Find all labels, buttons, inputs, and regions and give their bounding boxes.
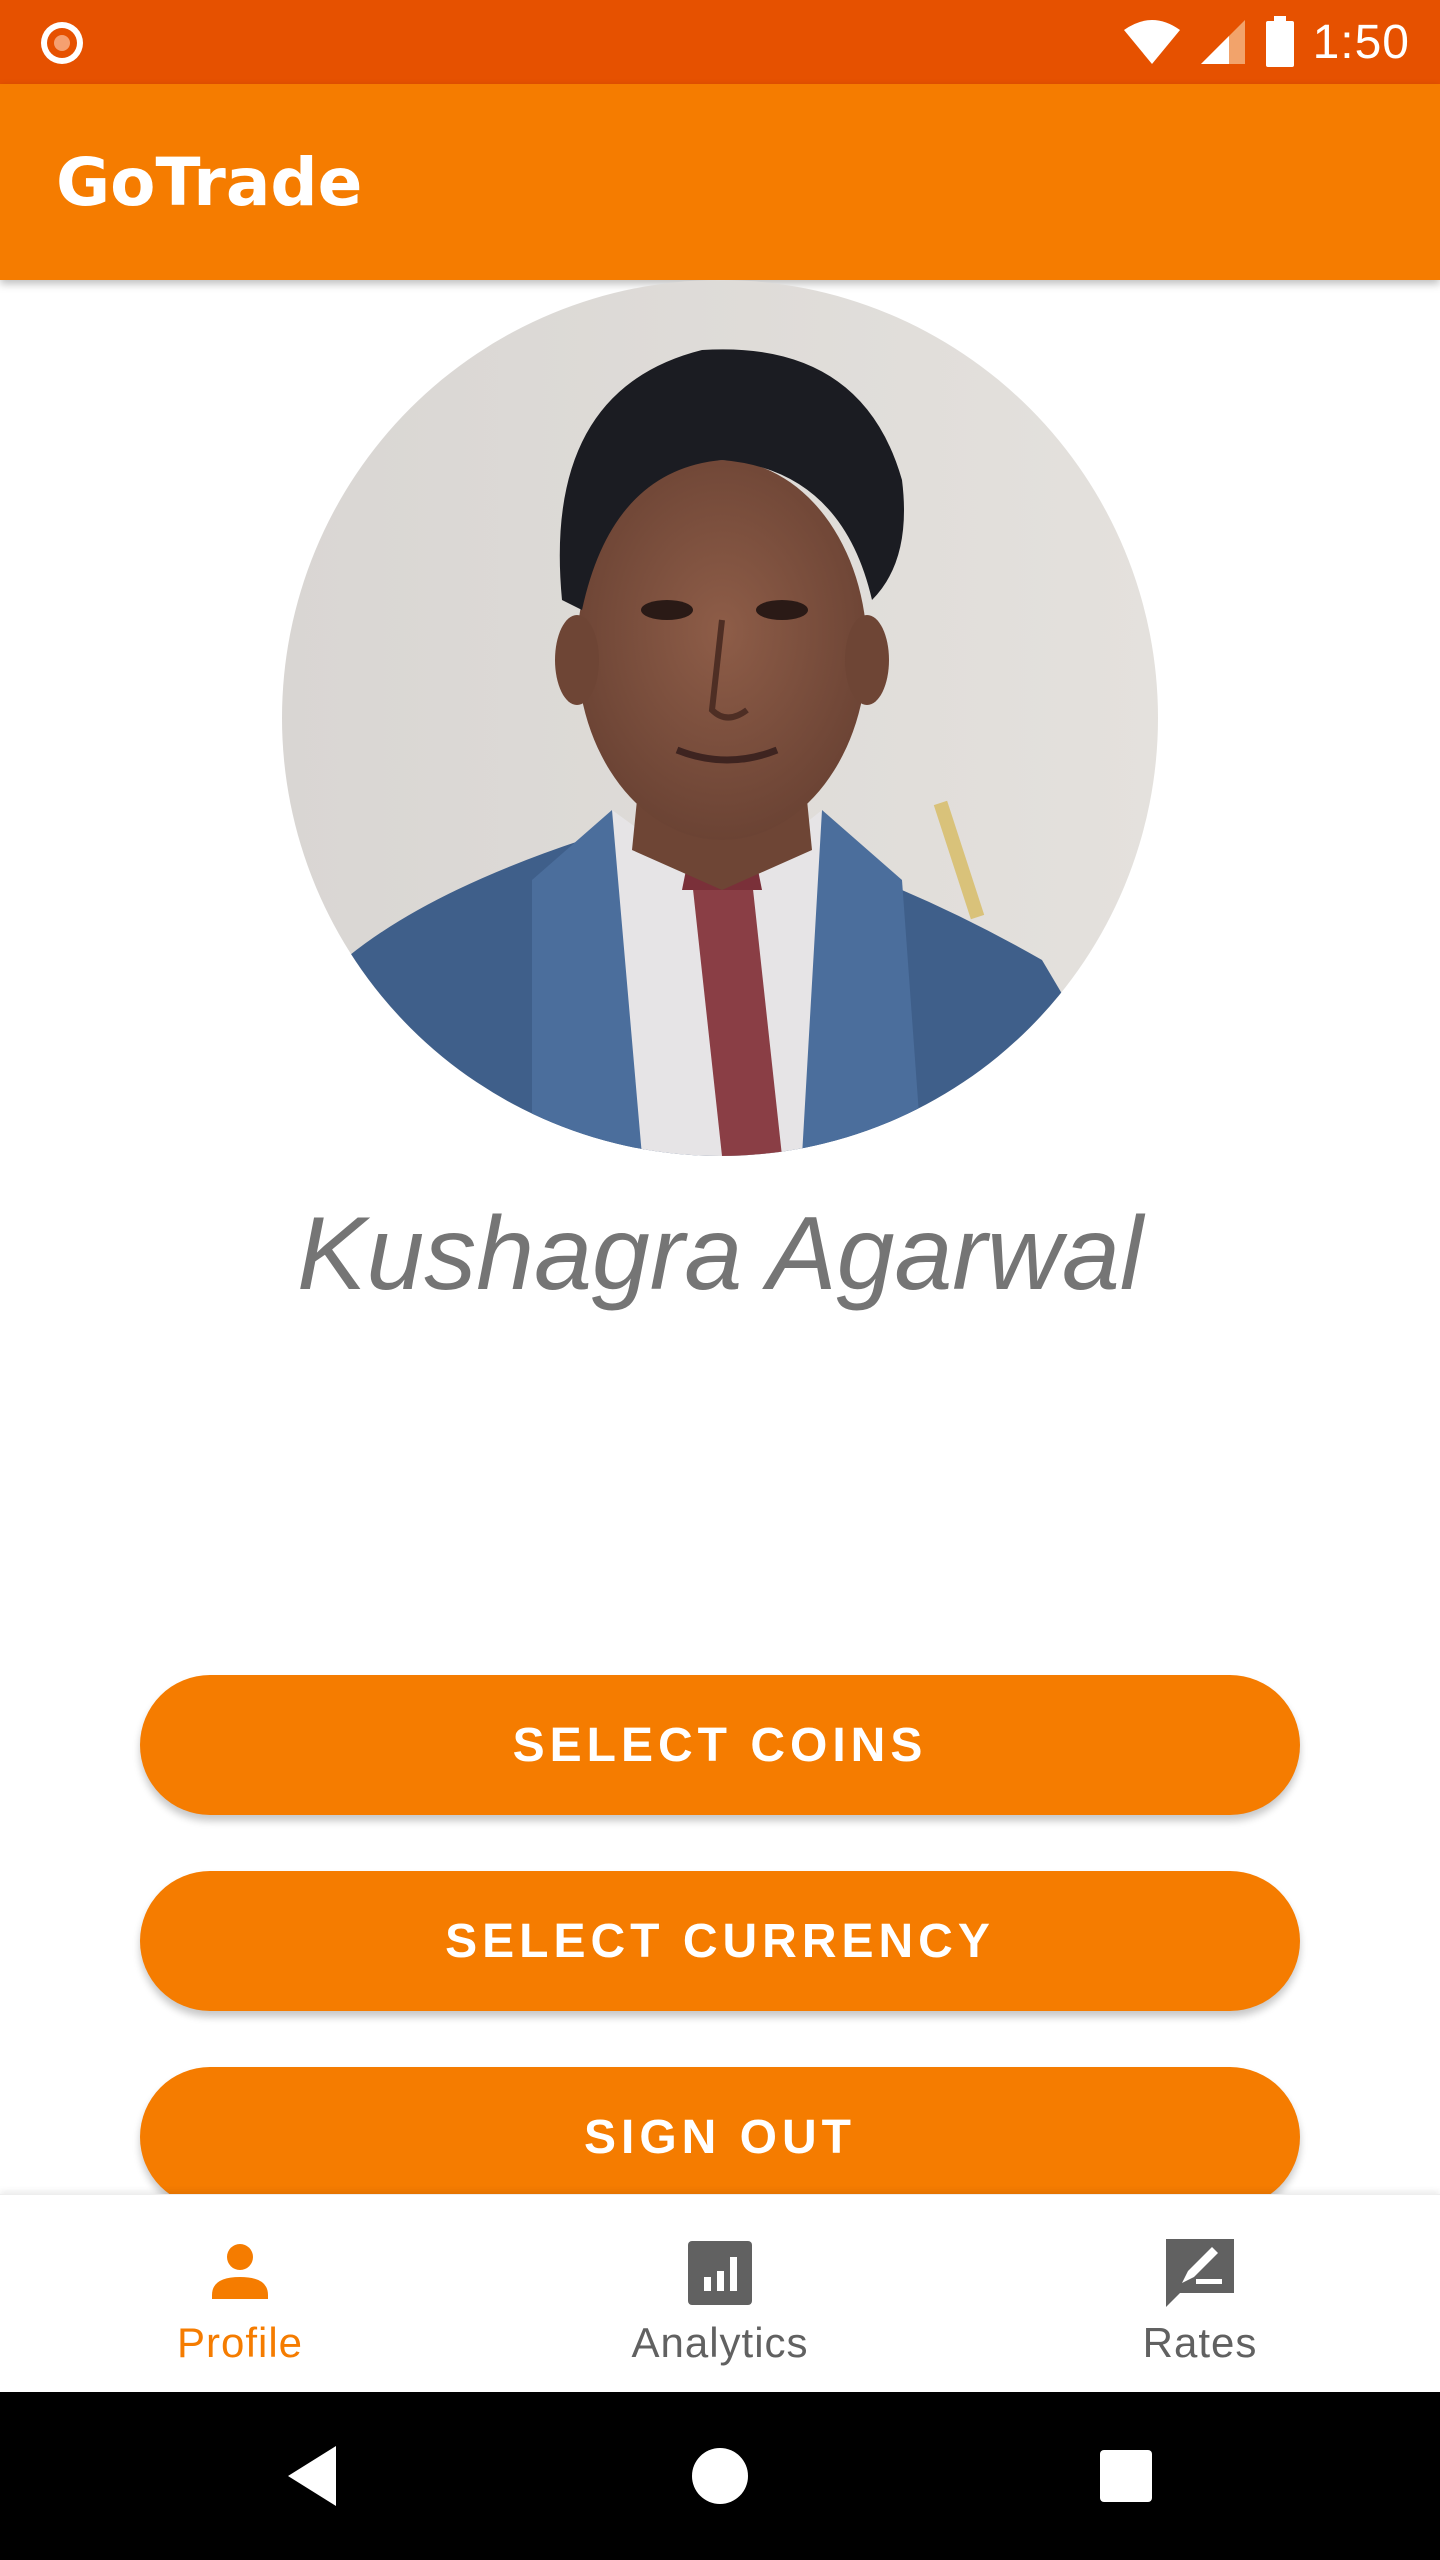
person-icon <box>212 2244 268 2299</box>
nav-label-analytics: Analytics <box>631 2319 809 2366</box>
select-coins-button[interactable]: SELECT COINS <box>140 1675 1300 1815</box>
analytics-icon <box>688 2241 752 2305</box>
home-icon[interactable] <box>680 2436 760 2516</box>
app-bar: GoTrade <box>0 84 1440 280</box>
nav-item-rates[interactable]: Rates <box>960 2195 1440 2393</box>
wifi-icon <box>1123 20 1180 64</box>
profile-name: Kushagra Agarwal <box>297 1196 1143 1312</box>
profile-photo <box>282 280 1158 1156</box>
app-title: GoTrade <box>56 144 363 221</box>
record-icon <box>41 22 83 64</box>
nav-item-profile[interactable]: Profile <box>0 2195 480 2393</box>
status-time: 1:50 <box>1312 15 1410 69</box>
avatar <box>282 280 1158 1156</box>
select-currency-button[interactable]: SELECT CURRENCY <box>140 1871 1300 2011</box>
nav-item-analytics[interactable]: Analytics <box>480 2195 960 2393</box>
sign-out-button[interactable]: SIGN OUT <box>140 2067 1300 2207</box>
rate-review-icon <box>1166 2239 1234 2307</box>
recents-icon[interactable] <box>1086 2436 1166 2516</box>
bottom-navigation: Profile Analytics Rates <box>0 2194 1440 2393</box>
back-icon[interactable] <box>274 2436 354 2516</box>
nav-label-rates: Rates <box>1142 2319 1258 2366</box>
status-right: 1:50 <box>1123 0 1410 84</box>
nav-label-profile: Profile <box>176 2319 304 2366</box>
system-navigation-bar <box>0 2392 1440 2560</box>
battery-icon <box>1265 16 1294 67</box>
status-bar: 1:50 <box>0 0 1440 84</box>
signal-icon <box>1200 20 1245 64</box>
